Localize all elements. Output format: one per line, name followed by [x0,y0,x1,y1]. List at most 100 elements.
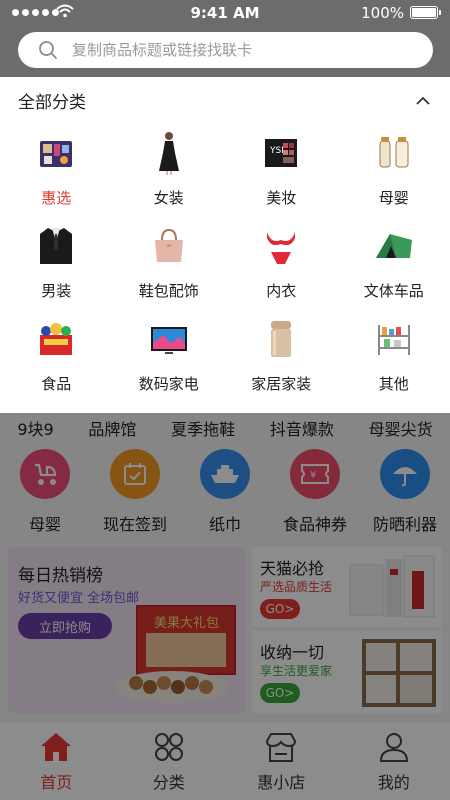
promo-title: 每日热销榜 [18,566,103,586]
snack-box-icon [34,317,78,361]
icon-link-label: 食品神券 [282,515,347,534]
buy-now-button[interactable]: 立即抢购 [18,613,112,639]
promo-tmall[interactable]: 天猫必抢 严选品质生活 GO> [252,547,442,627]
tab-label: 分类 [152,773,185,792]
tab-label: 首页 [40,773,73,792]
icon-link-tissue[interactable]: 纸巾 [180,449,270,535]
category-panel-title: 全部分类 [18,92,86,113]
category-label: 女装 [153,189,184,207]
category-item-digital[interactable]: 数码家电 [113,309,226,402]
assorted-goods-icon [34,131,78,175]
icon-link-baby[interactable]: 母婴 [0,449,90,535]
search-icon [39,41,57,59]
icon-links: 母婴 现在签到 纸巾 ¥ 食品神券 防晒利器 [0,449,450,535]
collapse-button[interactable] [414,91,432,109]
category-item-mens[interactable]: 男装 [0,216,113,309]
gift-box-image: 美果大礼包 [116,605,236,703]
category-panel: 全部分类 惠选 女装 YSL 美妆 母婴 男装 鞋包配饰 内衣 文体车品 食品 … [0,77,450,413]
quick-links: 9块9 品牌馆 夏季拖鞋 抖音爆款 母婴尖货 [0,413,450,443]
icon-link-label: 现在签到 [102,515,167,534]
store-icon [266,733,297,762]
gift-box-label: 美果大礼包 [154,615,219,631]
category-label: 美妆 [266,189,297,207]
promo-subtitle: 严选品质生活 [260,580,333,594]
promo-title: 天猫必抢 [260,559,325,578]
category-label: 食品 [41,375,72,393]
home-content: 9块9 品牌馆 夏季拖鞋 抖音爆款 母婴尖货 母婴 现在签到 纸巾 ¥ 食品神券… [0,413,450,800]
promo-subtitle: 享生活更爱家 [260,664,333,678]
icon-link-label: 纸巾 [208,515,241,534]
category-item-home[interactable]: 家居家装 [225,309,338,402]
stroller-icon [20,449,70,499]
status-bar: 9:41 AM 100% [0,0,450,26]
home-icon [41,733,72,761]
category-label: 内衣 [266,282,297,300]
category-label: 男装 [41,282,72,300]
tent-icon [372,224,416,268]
calendar-check-icon [110,449,160,499]
dress-icon [147,131,191,175]
search-input[interactable] [72,41,392,59]
promo-title: 收纳一切 [260,643,325,662]
baby-bottle-icon [372,131,416,175]
category-item-sports[interactable]: 文体车品 [338,216,450,309]
quick-link[interactable]: 母婴尖货 [369,413,433,443]
category-label: 文体车品 [363,282,424,300]
suit-jacket-icon [34,224,78,268]
category-label: 鞋包配饰 [138,282,199,300]
svg-text:¥: ¥ [310,470,316,481]
umbrella-icon [380,449,430,499]
quick-link[interactable]: 抖音爆款 [270,413,334,443]
category-label: 家居家装 [251,375,312,393]
user-icon [379,733,408,762]
icon-link-food-coupon[interactable]: ¥ 食品神券 [270,449,360,535]
lingerie-icon [259,224,303,268]
go-button[interactable]: GO> [260,683,300,703]
icon-link-label: 母婴 [28,515,61,534]
category-panel-header: 全部分类 [0,77,450,123]
category-item-baby[interactable]: 母婴 [338,123,450,216]
battery-percent: 100% [361,4,404,22]
category-label: 母婴 [378,189,409,207]
quick-link[interactable]: 9块9 [17,413,53,443]
chevron-up-icon [416,96,430,105]
battery-icon [410,6,441,19]
promo-hot-sales[interactable]: 每日热销榜 好货又便宜 全场包邮 立即抢购 美果大礼包 [8,547,246,713]
quick-link[interactable]: 品牌馆 [88,413,136,443]
ship-icon [200,449,250,499]
category-item-womens[interactable]: 女装 [113,123,226,216]
icon-link-label: 防晒利器 [372,515,437,534]
grid-icon [154,733,183,761]
tab-label: 我的 [377,773,410,792]
makeup-palette-icon: YSL [259,131,303,175]
icon-link-checkin[interactable]: 现在签到 [90,449,180,535]
quick-link[interactable]: 夏季拖鞋 [171,413,235,443]
shelf-icon [372,317,416,361]
category-item-other[interactable]: 其他 [338,309,450,402]
tab-label: 惠小店 [257,773,306,792]
icon-link-sunscreen[interactable]: 防晒利器 [360,449,450,535]
tab-category[interactable]: 分类 [124,723,214,800]
tab-bar: 首页 分类 惠小店 我的 [0,723,450,800]
trash-can-icon [259,317,303,361]
category-item-bags[interactable]: 鞋包配饰 [113,216,226,309]
search-bar[interactable] [18,32,433,68]
skincare-image [349,555,435,618]
handbag-icon [147,224,191,268]
category-label: 其他 [378,375,409,393]
television-icon [147,317,191,361]
go-button[interactable]: GO> [260,599,300,619]
category-item-lingerie[interactable]: 内衣 [225,216,338,309]
tab-store[interactable]: 惠小店 [236,723,326,800]
category-label: 数码家电 [138,375,199,393]
category-item-makeup[interactable]: YSL 美妆 [225,123,338,216]
tab-mine[interactable]: 我的 [349,723,439,800]
promo-storage[interactable]: 收纳一切 享生活更爱家 GO> [252,631,442,713]
tab-home[interactable]: 首页 [11,723,101,800]
coupon-icon: ¥ [290,449,340,499]
category-item-food[interactable]: 食品 [0,309,113,402]
storage-image [362,639,436,707]
category-item-huixuan[interactable]: 惠选 [0,123,113,216]
category-grid: 惠选 女装 YSL 美妆 母婴 男装 鞋包配饰 内衣 文体车品 食品 数码家电 … [0,123,450,402]
category-label: 惠选 [41,189,72,207]
